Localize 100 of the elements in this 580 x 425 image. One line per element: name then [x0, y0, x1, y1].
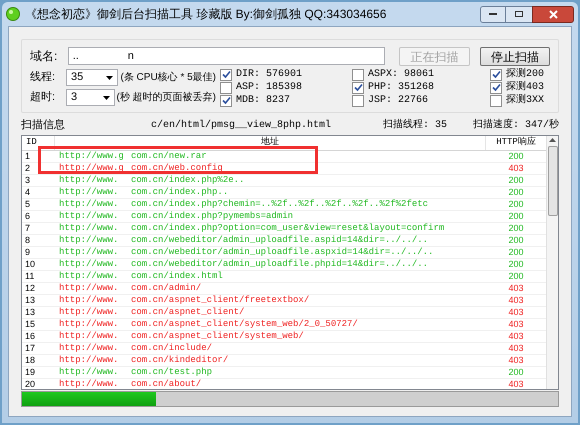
url-path: com.cn/kindeditor/ — [131, 354, 228, 366]
url-prefix: http://www. — [59, 246, 120, 258]
url-prefix: http://www. — [59, 378, 120, 390]
scan-speed: 扫描速度: 347/秒 — [472, 118, 559, 132]
checkbox[interactable] — [490, 94, 502, 106]
maximize-button[interactable] — [506, 6, 532, 22]
status-cell-text: 403 — [507, 378, 525, 390]
checkbox[interactable] — [352, 94, 364, 106]
dropdown-arrow-icon — [106, 76, 114, 80]
table-cell-text: 6 — [24, 210, 32, 222]
status-cell-text: 200 — [507, 174, 525, 186]
table-cell-text: 5 — [24, 198, 32, 210]
checkbox[interactable] — [352, 82, 364, 94]
window-title: 《想念初恋》御剑后台扫描工具 珍藏版 By:御剑孤独 QQ:343034656 — [25, 6, 388, 23]
checkbox[interactable] — [490, 68, 502, 80]
checkbox[interactable] — [220, 82, 232, 94]
url-prefix: http://www. — [59, 186, 120, 198]
table-cell-text: 11 — [24, 270, 36, 282]
checkbox[interactable] — [352, 68, 364, 80]
url-prefix: http://www. — [59, 210, 120, 222]
url-prefix: http://www. — [59, 318, 120, 330]
checkbox-label: 探测200 — [506, 67, 544, 80]
table-cell-text: 16 — [24, 330, 36, 342]
url-path: com.cn/include/ — [131, 342, 212, 354]
status-cell-text: 200 — [507, 186, 525, 198]
status-cell-text: 200 — [507, 366, 525, 378]
status-cell-text: 200 — [507, 222, 525, 234]
table-cell-text: 10 — [24, 258, 36, 270]
status-cell-text: 403 — [507, 342, 525, 354]
url-prefix: http://www. — [59, 306, 120, 318]
table-cell-text: 2 — [24, 162, 32, 174]
url-prefix: http://www.g — [59, 162, 125, 174]
checkbox-label: ASPX: 98061 — [368, 68, 434, 82]
table-cell-text: 13 — [24, 294, 36, 306]
current-path: c/en/html/pmsg__view_8php.html — [151, 118, 332, 132]
status-cell-text: 403 — [507, 318, 525, 330]
stop-scan-button[interactable]: 停止扫描 — [480, 46, 550, 66]
url-path: com.cn/aspnet_client/ — [131, 306, 244, 318]
scrollbar-thumb[interactable] — [548, 146, 558, 216]
app-icon — [6, 7, 20, 21]
status-cell-text: 200 — [507, 150, 525, 162]
timeout-dropdown[interactable]: 3 — [66, 89, 115, 106]
url-path: com.cn/index.php%2e.. — [131, 174, 244, 186]
column-header[interactable]: HTTP响应 — [486, 136, 546, 150]
url-prefix: http://www. — [59, 330, 120, 342]
url-path: com.cn/test.php — [131, 366, 212, 378]
minimize-button[interactable] — [480, 6, 506, 22]
status-cell-text: 200 — [507, 210, 525, 222]
url-prefix: http://www. — [59, 366, 120, 378]
checkbox-label: PHP: 351268 — [368, 81, 434, 95]
timeout-hint: (秒 超时的页面被丢弃) — [116, 90, 216, 105]
url-prefix: http://www. — [59, 342, 120, 354]
table-cell-text: 4 — [24, 186, 32, 198]
timeout-label: 超时: — [30, 90, 56, 106]
status-cell-text: 200 — [507, 246, 525, 258]
url-path: com.cn/aspnet_client/system_web/ — [131, 330, 304, 342]
url-path: com.cn/index.php?pymembs=admin — [131, 210, 294, 222]
threads-dropdown[interactable]: 35 — [66, 69, 118, 86]
table-cell-text: 8 — [24, 234, 32, 246]
checkbox-label: 探测3XX — [506, 93, 544, 108]
scrollbar[interactable] — [546, 136, 558, 389]
checkbox[interactable] — [490, 82, 502, 94]
table-cell-text: 18 — [24, 354, 36, 366]
status-cell-text: 403 — [507, 354, 525, 366]
url-path: com.cn/webeditor/admin_uploadfile.phpid=14&dir=../../.. — [131, 258, 428, 270]
url-prefix: http://www.g — [59, 150, 125, 162]
status-cell-text: 403 — [507, 306, 525, 318]
column-header[interactable]: 地址 — [55, 136, 486, 150]
table-cell-text: 3 — [24, 174, 32, 186]
url-path: com.cn/about/ — [131, 378, 202, 390]
url-path: com.cn/webeditor/admin_uploadfile.aspid=14&dir=../../.. — [131, 234, 428, 246]
status-cell-text: 200 — [507, 198, 525, 210]
status-cell-text: 403 — [507, 282, 525, 294]
scan-info-label: 扫描信息 — [21, 118, 66, 133]
close-button[interactable] — [532, 6, 574, 22]
table-cell-text: 15 — [24, 318, 36, 330]
url-path: com.cn/admin/ — [131, 282, 202, 294]
url-prefix: http://www. — [59, 258, 120, 270]
table-cell-text: 20 — [24, 378, 36, 390]
domain-label: 域名: — [30, 48, 58, 65]
url-path: com.cn/index.html — [131, 270, 223, 282]
column-header[interactable]: ID — [22, 136, 55, 150]
dropdown-arrow-icon — [102, 96, 110, 100]
url-prefix: http://www. — [59, 270, 120, 282]
table-cell-text: 17 — [24, 342, 36, 354]
url-path: com.cn/index.php.. — [131, 186, 228, 198]
checkbox-label: ASP: 185398 — [236, 81, 302, 95]
domain-field[interactable]: .. n — [68, 47, 386, 65]
url-path: com.cn/web.config — [131, 162, 223, 174]
status-cell-text: 200 — [507, 270, 525, 282]
threads-label: 线程: — [30, 70, 56, 86]
checkbox-label: JSP: 22766 — [368, 94, 428, 108]
url-path: com.cn/index.php?option=com_user&view=reset&layout=confirm — [131, 222, 444, 234]
status-cell-text: 200 — [507, 234, 525, 246]
checkbox[interactable] — [220, 94, 232, 106]
table-cell-text: 13 — [24, 306, 36, 318]
checkbox[interactable] — [220, 68, 232, 80]
table-cell-text: 1 — [24, 150, 32, 162]
status-cell-text: 403 — [507, 162, 525, 174]
table-cell-text: 7 — [24, 222, 32, 234]
